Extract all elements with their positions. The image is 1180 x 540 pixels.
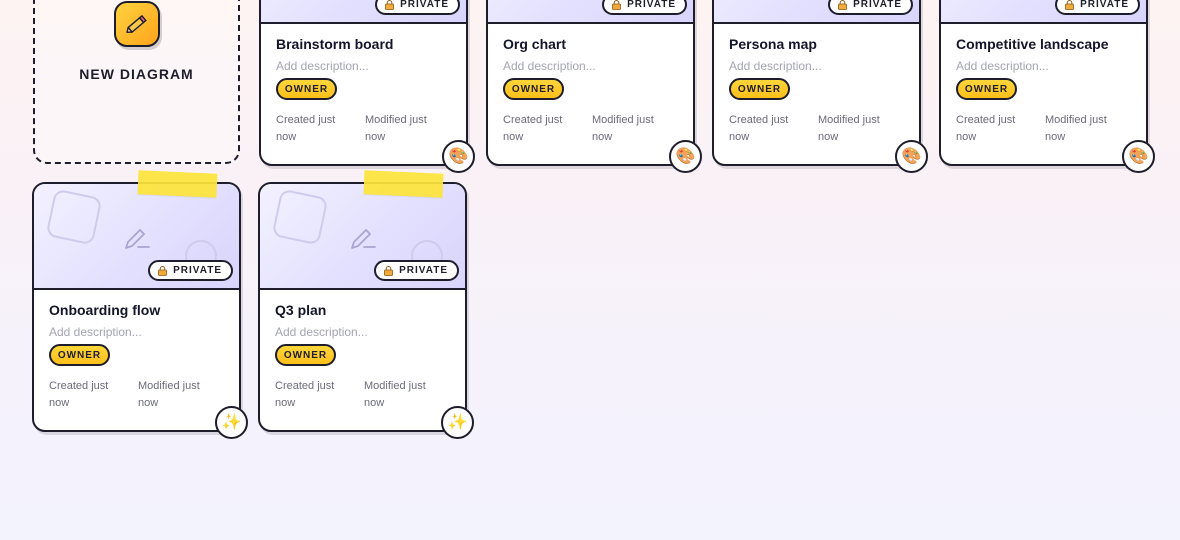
lock-icon — [158, 265, 168, 276]
palette-icon[interactable]: 🎨 — [1122, 140, 1155, 173]
lock-icon — [838, 0, 848, 10]
card-title: Onboarding flow — [49, 302, 161, 318]
card-thumbnail: PRIVATE — [260, 184, 465, 290]
card-title: Competitive landscape — [956, 36, 1109, 52]
card-thumbnail: PRIVATE — [941, 0, 1146, 24]
owner-badge: OWNER — [729, 78, 790, 100]
modified-timestamp: Modified just now — [365, 114, 427, 143]
modified-timestamp: Modified just now — [1045, 114, 1107, 143]
card-thumbnail: PRIVATE — [488, 0, 693, 24]
diagram-card[interactable]: PRIVATE Persona map Add description... O… — [712, 0, 928, 173]
card-title: Org chart — [503, 36, 567, 52]
card-description[interactable]: Add description... — [275, 325, 368, 339]
diagram-card[interactable]: PRIVATE Competitive landscape Add descri… — [939, 0, 1155, 173]
palette-icon[interactable]: 🎨 — [895, 140, 928, 173]
card-title: Persona map — [729, 36, 817, 52]
card-title: Q3 plan — [275, 302, 327, 318]
card-thumbnail: PRIVATE — [34, 184, 239, 290]
sparkles-icon[interactable]: ✨ — [441, 406, 474, 439]
card-description[interactable]: Add description... — [729, 59, 822, 73]
private-badge-label: PRIVATE — [399, 265, 448, 276]
created-timestamp: Created just now — [956, 114, 1016, 143]
card-description[interactable]: Add description... — [276, 59, 369, 73]
created-timestamp: Created just now — [729, 114, 789, 143]
private-badge-label: PRIVATE — [1080, 0, 1129, 10]
palette-icon[interactable]: 🎨 — [442, 140, 475, 173]
pencil-icon — [114, 1, 160, 47]
diagram-card[interactable]: PRIVATE Onboarding flow Add description.… — [32, 170, 248, 439]
card-title: Brainstorm board — [276, 36, 394, 52]
diagram-card[interactable]: PRIVATE Brainstorm board Add description… — [259, 0, 475, 173]
created-timestamp: Created just now — [276, 114, 336, 143]
lock-icon — [384, 265, 394, 276]
owner-badge: OWNER — [275, 344, 336, 366]
modified-timestamp: Modified just now — [818, 114, 880, 143]
private-badge: PRIVATE — [375, 0, 460, 15]
new-diagram-button[interactable]: NEW DIAGRAM — [33, 0, 240, 164]
card-thumbnail: PRIVATE — [714, 0, 919, 24]
lock-icon — [1065, 0, 1075, 10]
lock-icon — [385, 0, 395, 10]
owner-badge: OWNER — [956, 78, 1017, 100]
diagram-card[interactable]: PRIVATE Org chart Add description... OWN… — [486, 0, 702, 173]
palette-icon[interactable]: 🎨 — [669, 140, 702, 173]
modified-timestamp: Modified just now — [364, 380, 426, 409]
private-badge-label: PRIVATE — [627, 0, 676, 10]
modified-timestamp: Modified just now — [592, 114, 654, 143]
diagram-card[interactable]: PRIVATE Q3 plan Add description... OWNER… — [258, 170, 474, 439]
tape-decoration — [363, 170, 444, 198]
created-timestamp: Created just now — [503, 114, 563, 143]
sparkles-icon[interactable]: ✨ — [215, 406, 248, 439]
private-badge-label: PRIVATE — [173, 265, 222, 276]
owner-badge: OWNER — [503, 78, 564, 100]
private-badge: PRIVATE — [1055, 0, 1140, 15]
private-badge: PRIVATE — [602, 0, 687, 15]
private-badge: PRIVATE — [374, 260, 459, 281]
private-badge: PRIVATE — [148, 260, 233, 281]
private-badge-label: PRIVATE — [853, 0, 902, 10]
created-timestamp: Created just now — [275, 380, 335, 409]
card-description[interactable]: Add description... — [503, 59, 596, 73]
owner-badge: OWNER — [276, 78, 337, 100]
new-diagram-label: NEW DIAGRAM — [79, 66, 194, 82]
card-thumbnail: PRIVATE — [261, 0, 466, 24]
tape-decoration — [137, 170, 218, 198]
created-timestamp: Created just now — [49, 380, 109, 409]
card-description[interactable]: Add description... — [49, 325, 142, 339]
card-description[interactable]: Add description... — [956, 59, 1049, 73]
private-badge-label: PRIVATE — [400, 0, 449, 10]
lock-icon — [612, 0, 622, 10]
owner-badge: OWNER — [49, 344, 110, 366]
private-badge: PRIVATE — [828, 0, 913, 15]
modified-timestamp: Modified just now — [138, 380, 200, 409]
